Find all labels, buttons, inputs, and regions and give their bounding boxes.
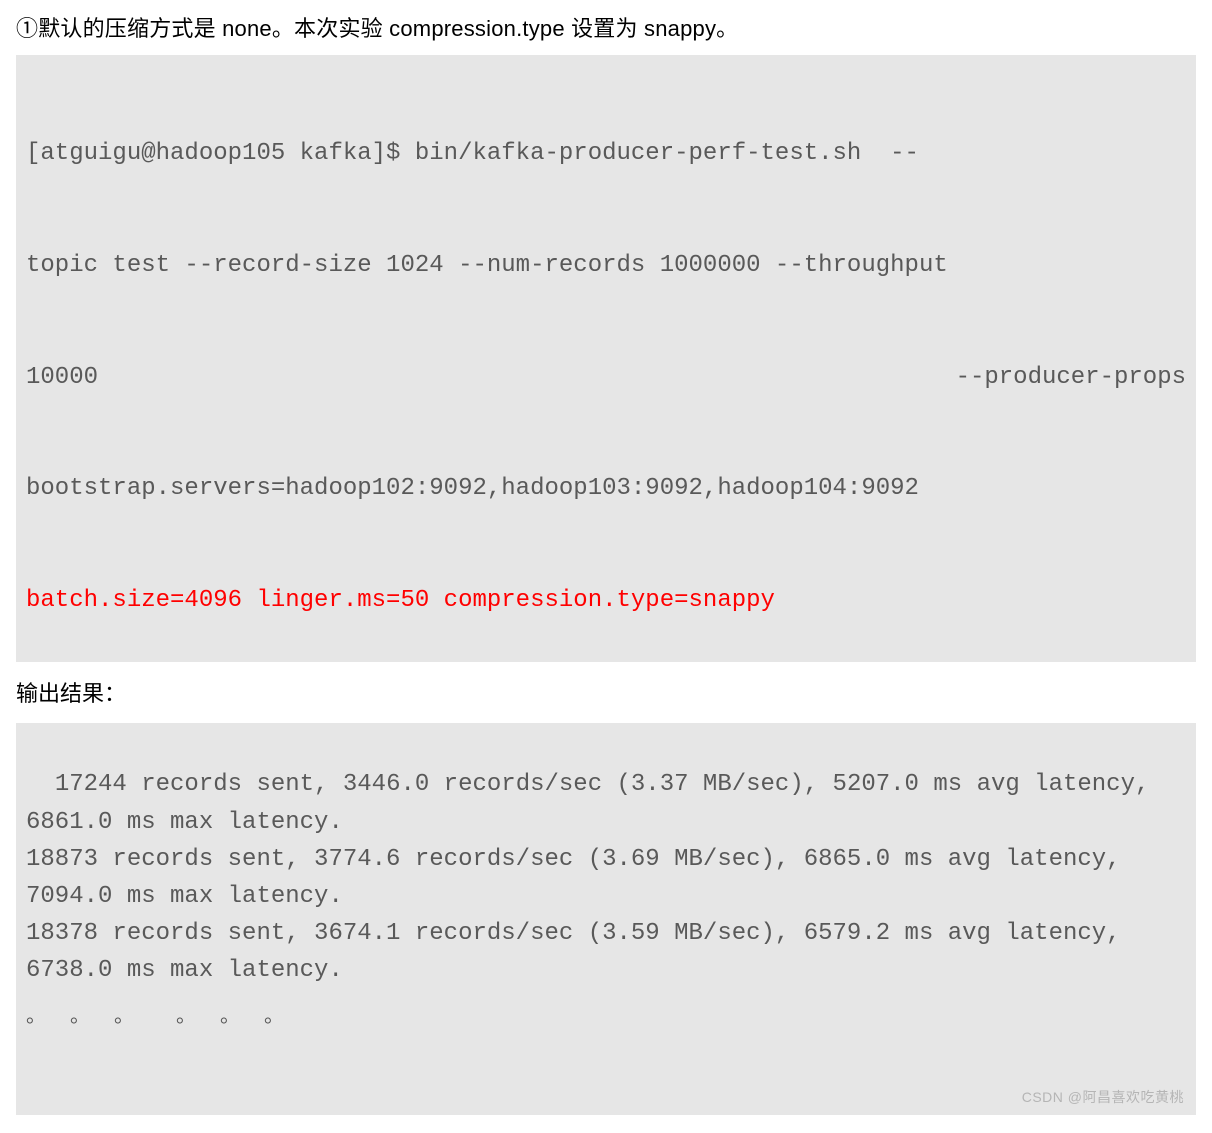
intro-text: ①默认的压缩方式是 none。本次实验 compression.type 设置为… xyxy=(16,12,1196,45)
command-line-3: 10000 --producer-props xyxy=(26,359,1186,396)
command-line-3-left: 10000 xyxy=(26,359,98,396)
output-ellipsis: 。 。 。 。 。 。 xyxy=(26,990,1186,1033)
output-line-2: 6861.0 ms max latency. xyxy=(26,809,343,836)
command-line-1: [atguigu@hadoop105 kafka]$ bin/kafka-pro… xyxy=(26,135,1186,172)
command-block: [atguigu@hadoop105 kafka]$ bin/kafka-pro… xyxy=(16,55,1196,662)
command-line-2: topic test --record-size 1024 --num-reco… xyxy=(26,247,1186,284)
command-line-3-right: --producer-props xyxy=(956,359,1186,396)
output-line-5: 18378 records sent, 3674.1 records/sec (… xyxy=(26,920,1121,947)
output-line-1: 17244 records sent, 3446.0 records/sec (… xyxy=(55,771,1150,798)
output-heading: 输出结果： xyxy=(16,676,1196,711)
command-line-4: bootstrap.servers=hadoop102:9092,hadoop1… xyxy=(26,470,1186,507)
output-block: 17244 records sent, 3446.0 records/sec (… xyxy=(16,723,1196,1115)
output-line-4: 7094.0 ms max latency. xyxy=(26,883,343,910)
command-highlight: batch.size=4096 linger.ms=50 compression… xyxy=(26,582,1186,619)
watermark: CSDN @阿昌喜欢吃黄桃 xyxy=(1022,1087,1184,1109)
output-line-6: 6738.0 ms max latency. xyxy=(26,957,343,984)
output-line-3: 18873 records sent, 3774.6 records/sec (… xyxy=(26,846,1121,873)
